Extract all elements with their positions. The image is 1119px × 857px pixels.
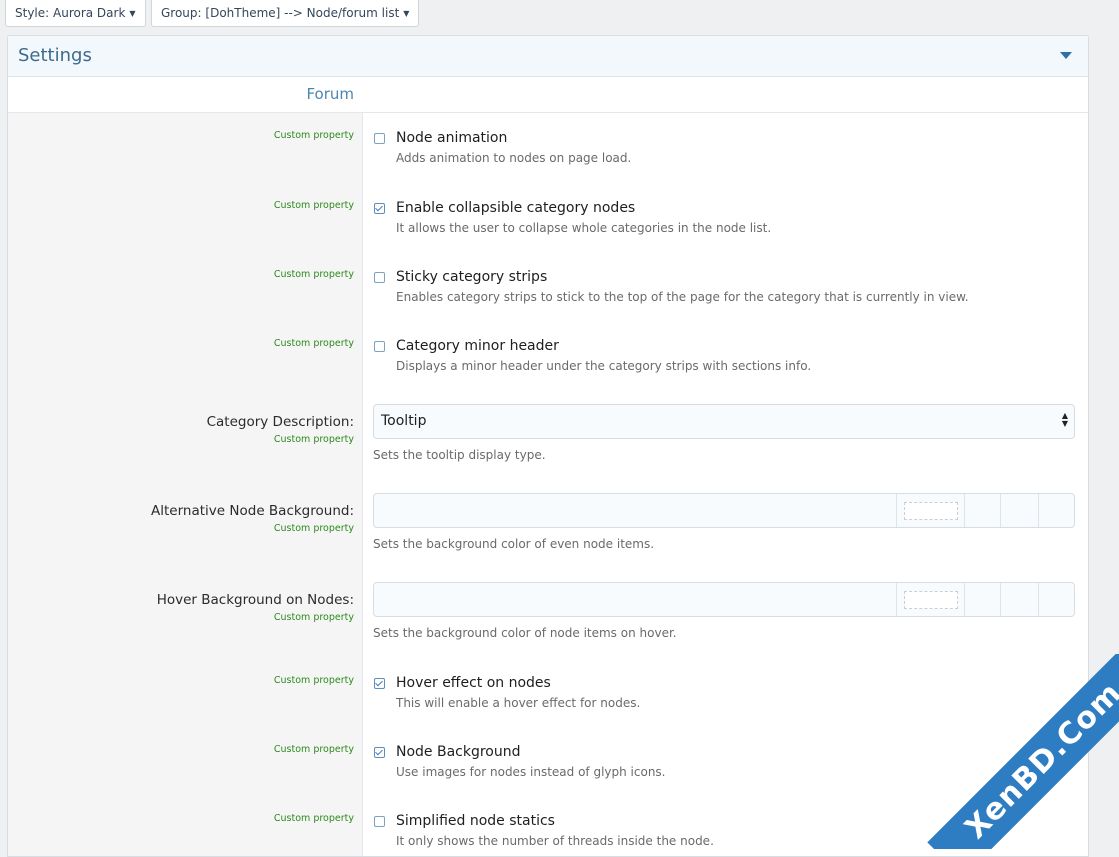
custom-property-tag: Custom property	[273, 744, 354, 755]
panel-title: Settings	[18, 45, 92, 66]
custom-property-tag: Custom property	[273, 523, 354, 534]
minor-header-checkbox[interactable]	[374, 341, 385, 352]
color-cell[interactable]	[964, 583, 1001, 616]
sticky-strips-checkbox[interactable]	[374, 272, 385, 283]
option-title[interactable]: Node Background	[396, 744, 521, 760]
option-title[interactable]: Enable collapsible category nodes	[396, 200, 635, 216]
settings-panel: Settings Forum Custom property Node anim…	[7, 35, 1089, 857]
select-arrows-icon: ▲ ▼	[1061, 411, 1068, 428]
chevron-down-icon: ▼	[129, 9, 136, 18]
alt-node-bg-input[interactable]	[373, 493, 1075, 528]
color-cell[interactable]	[1038, 583, 1075, 616]
group-filter-label: Group: [DohTheme] --> Node/forum list	[161, 6, 400, 20]
option-description: It only shows the number of threads insi…	[396, 834, 714, 848]
color-swatch[interactable]	[904, 502, 958, 520]
option-description: Displays a minor header under the catego…	[396, 359, 812, 373]
color-cell[interactable]	[1038, 494, 1075, 527]
field-description: Sets the background color of even node i…	[373, 537, 655, 551]
color-preview-cell[interactable]	[896, 583, 965, 616]
option-description: Adds animation to nodes on page load.	[396, 151, 632, 165]
chevron-down-icon: ▼	[403, 9, 410, 18]
option-title[interactable]: Sticky category strips	[396, 269, 547, 285]
color-swatch[interactable]	[904, 591, 958, 609]
style-filter-button[interactable]: Style: Aurora Dark ▼	[5, 0, 146, 27]
option-description: Use images for nodes instead of glyph ic…	[396, 765, 666, 779]
custom-property-tag: Custom property	[273, 269, 354, 280]
option-title[interactable]: Simplified node statics	[396, 813, 555, 829]
field-description: Sets the background color of node items …	[373, 626, 677, 640]
group-header: Forum	[8, 77, 1088, 113]
hover-bg-input[interactable]	[373, 582, 1075, 617]
group-filter-button[interactable]: Group: [DohTheme] --> Node/forum list ▼	[151, 0, 420, 27]
option-title[interactable]: Hover effect on nodes	[396, 675, 551, 691]
collapse-arrow-icon[interactable]	[1060, 52, 1072, 59]
alt-node-bg-label: Alternative Node Background:	[151, 503, 354, 519]
color-cell[interactable]	[964, 494, 1001, 527]
panel-header[interactable]: Settings	[8, 36, 1088, 77]
collapsible-categories-checkbox[interactable]	[374, 203, 385, 214]
simplified-statics-checkbox[interactable]	[374, 816, 385, 827]
color-cell[interactable]	[1000, 494, 1039, 527]
hover-bg-label: Hover Background on Nodes:	[156, 592, 354, 608]
custom-property-tag: Custom property	[273, 338, 354, 349]
option-description: Enables category strips to stick to the …	[396, 290, 969, 304]
option-description: It allows the user to collapse whole cat…	[396, 221, 772, 235]
group-label: Forum	[306, 85, 354, 103]
custom-property-tag: Custom property	[273, 434, 354, 445]
color-preview-cell[interactable]	[896, 494, 965, 527]
hover-effect-checkbox[interactable]	[374, 678, 385, 689]
option-title[interactable]: Category minor header	[396, 338, 559, 354]
color-cell[interactable]	[1000, 583, 1039, 616]
custom-property-tag: Custom property	[273, 612, 354, 623]
option-description: This will enable a hover effect for node…	[396, 696, 641, 710]
option-title[interactable]: Node animation	[396, 130, 507, 146]
node-background-checkbox[interactable]	[374, 747, 385, 758]
custom-property-tag: Custom property	[273, 675, 354, 686]
custom-property-tag: Custom property	[273, 200, 354, 211]
select-value: Tooltip	[381, 413, 427, 429]
custom-property-tag: Custom property	[273, 130, 354, 141]
style-filter-label: Style: Aurora Dark	[15, 6, 126, 20]
filter-bar: Style: Aurora Dark ▼ Group: [DohTheme] --…	[0, 0, 1119, 30]
category-description-select[interactable]: Tooltip ▲ ▼	[373, 404, 1075, 439]
field-description: Sets the tooltip display type.	[373, 448, 546, 462]
category-description-label: Category Description:	[206, 414, 354, 430]
custom-property-tag: Custom property	[273, 813, 354, 824]
node-animation-checkbox[interactable]	[374, 133, 385, 144]
